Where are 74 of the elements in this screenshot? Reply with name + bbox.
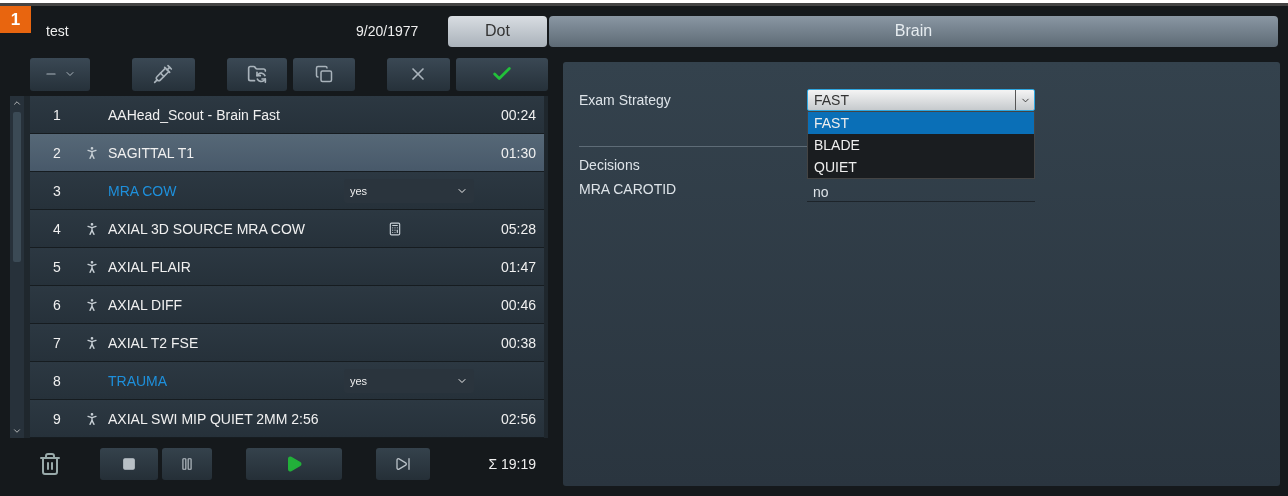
protocol-name: TRAUMA bbox=[108, 372, 169, 389]
protocol-row[interactable]: 9 AXIAL SWI MIP QUIET 2MM 2:56 02:56 bbox=[30, 400, 544, 438]
protocol-time: 00:38 bbox=[500, 334, 536, 351]
dropdown-option[interactable]: BLADE bbox=[808, 134, 1034, 156]
patient-icon bbox=[84, 258, 100, 275]
protocol-name: AXIAL T2 FSE bbox=[108, 334, 200, 351]
selected-value: FAST bbox=[814, 92, 849, 108]
protocol-name: SAGITTAL T1 bbox=[108, 144, 196, 161]
play-icon bbox=[285, 455, 303, 473]
protocol-name: MRA COW bbox=[108, 182, 178, 199]
select-value: yes bbox=[350, 374, 368, 387]
protocol-name: AAHead_Scout - Brain Fast bbox=[108, 106, 281, 123]
trash-icon[interactable] bbox=[38, 452, 62, 476]
row-number: 6 bbox=[52, 296, 62, 313]
syringe-button[interactable] bbox=[132, 57, 195, 91]
row-number: 4 bbox=[52, 220, 62, 237]
confirm-button[interactable] bbox=[455, 57, 548, 91]
protocol-time: 05:28 bbox=[500, 220, 536, 237]
protocol-time: 01:47 bbox=[500, 258, 536, 275]
row-number: 1 bbox=[52, 106, 62, 123]
skip-forward-icon bbox=[395, 456, 411, 472]
protocol-row[interactable]: 6 AXIAL DIFF 00:46 bbox=[30, 286, 544, 324]
protocol-row[interactable]: 8 TRAUMA yes bbox=[30, 362, 544, 400]
stop-icon bbox=[122, 457, 136, 471]
protocol-time: 00:24 bbox=[500, 106, 536, 123]
field-label: MRA CAROTID bbox=[579, 181, 678, 197]
pause-icon bbox=[180, 457, 194, 471]
copy-button[interactable] bbox=[292, 57, 356, 91]
select-value: yes bbox=[350, 184, 368, 197]
protocol-time: 00:46 bbox=[500, 296, 536, 313]
patient-icon bbox=[84, 144, 100, 161]
syringe-icon bbox=[153, 64, 174, 84]
patient-icon bbox=[84, 296, 100, 313]
row-number: 2 bbox=[52, 144, 62, 161]
protocol-row[interactable]: 5 AXIAL FLAIR 01:47 bbox=[30, 248, 544, 286]
close-button[interactable] bbox=[387, 57, 450, 91]
protocol-row[interactable]: 7 AXIAL T2 FSE 00:38 bbox=[30, 324, 544, 362]
folder-button[interactable] bbox=[226, 57, 287, 91]
protocol-name: AXIAL DIFF bbox=[108, 296, 184, 313]
folder-icon bbox=[246, 64, 267, 84]
exam-strategy-dropdown[interactable]: FAST bbox=[807, 89, 1035, 111]
protocol-row[interactable]: 1 AAHead_Scout - Brain Fast 00:24 bbox=[30, 96, 544, 134]
row-number: 3 bbox=[52, 182, 62, 199]
birth-date: 9/20/1977 bbox=[356, 23, 420, 39]
patient-icon bbox=[84, 410, 100, 427]
row-number: 8 bbox=[52, 372, 62, 389]
pause-button[interactable] bbox=[162, 448, 212, 480]
row-number: 9 bbox=[52, 410, 62, 427]
decision-field[interactable]: no bbox=[807, 182, 1035, 202]
protocol-name: AXIAL FLAIR bbox=[108, 258, 192, 275]
skip-forward-button[interactable] bbox=[376, 448, 430, 480]
field-label: Exam Strategy bbox=[579, 92, 672, 108]
row-number: 5 bbox=[52, 258, 62, 275]
protocol-name: AXIAL SWI MIP QUIET 2MM 2:56 bbox=[108, 410, 320, 427]
breadcrumb-tab[interactable]: Dot bbox=[448, 15, 547, 47]
protocol-row[interactable]: 2 SAGITTAL T1 01:30 bbox=[30, 134, 544, 172]
section-heading: Decisions bbox=[579, 157, 641, 173]
dropdown-option[interactable]: FAST bbox=[808, 112, 1034, 134]
patient-name: test bbox=[46, 23, 70, 39]
protocol-time: 02:56 bbox=[500, 410, 536, 427]
total-time: Σ 19:19 bbox=[488, 456, 536, 472]
copy-icon bbox=[315, 65, 334, 83]
dropdown-option[interactable]: QUIET bbox=[808, 156, 1034, 178]
step-badge: 1 bbox=[0, 6, 31, 33]
row-number: 7 bbox=[52, 334, 62, 351]
protocol-time: 01:30 bbox=[500, 144, 536, 161]
protocol-row[interactable]: 4 AXIAL 3D SOURCE MRA COW 05:28 bbox=[30, 210, 544, 248]
stop-button[interactable] bbox=[100, 448, 158, 480]
patient-icon bbox=[84, 334, 100, 351]
scrollbar-thumb[interactable] bbox=[13, 112, 21, 262]
protocol-row[interactable]: 3 MRA COW yes bbox=[30, 172, 544, 210]
play-button[interactable] bbox=[246, 448, 342, 480]
patient-icon bbox=[84, 220, 100, 237]
protocol-name: AXIAL 3D SOURCE MRA COW bbox=[108, 220, 307, 237]
